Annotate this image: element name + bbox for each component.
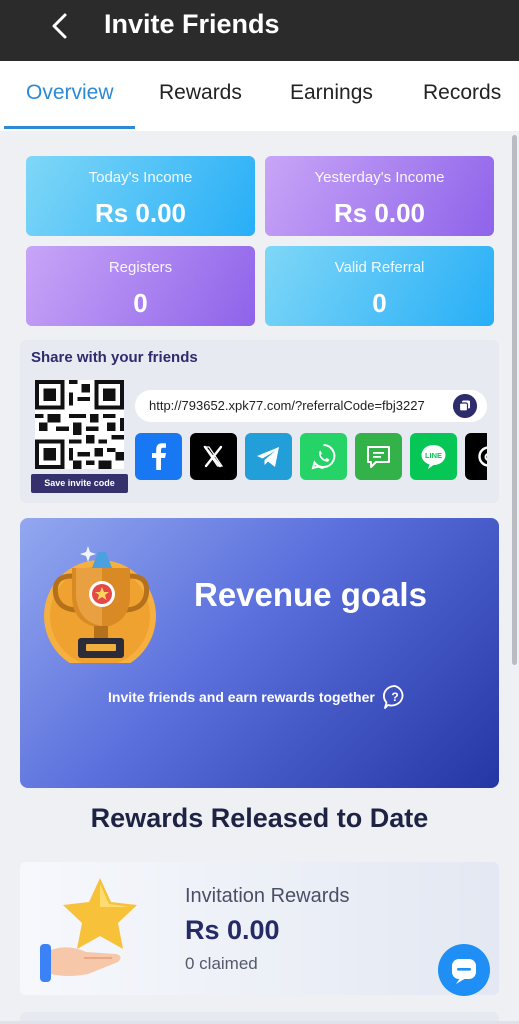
chat-button[interactable] [438,944,490,996]
x-icon [203,445,224,468]
referral-link-field[interactable]: http://793652.xpk77.com/?referralCode=fb… [135,390,487,422]
yesterdays-income-card: Yesterday's Income Rs 0.00 [265,156,494,236]
stat-value: 0 [133,288,148,318]
line-icon: LINE [421,445,446,469]
whatsapp-icon [311,444,336,470]
referral-link-text: http://793652.xpk77.com/?referralCode=fb… [149,398,425,413]
threads-share-button[interactable] [465,433,487,480]
question-icon[interactable]: ? [382,684,408,710]
sms-share-button[interactable] [355,433,402,480]
chat-icon [452,959,476,984]
stat-value: 0 [372,288,387,318]
whatsapp-share-button[interactable] [300,433,347,480]
facebook-icon [152,443,166,470]
threads-icon [478,446,487,467]
tab-overview[interactable]: Overview [26,81,114,105]
invitation-rewards-card: Invitation Rewards Rs 0.00 0 claimed [20,862,499,995]
qr-code-block: Save invite code [31,380,128,493]
scrollbar[interactable] [512,135,517,665]
top-bar: Invite Friends [0,0,519,61]
copy-icon[interactable] [453,394,477,418]
star-hand-icon [40,878,137,982]
save-invite-code-button[interactable]: Save invite code [31,474,128,493]
page-title: Invite Friends [104,9,280,39]
active-tab-indicator [4,126,135,129]
share-panel: Share with your friends Save invite code… [20,340,499,503]
tab-rewards[interactable]: Rewards [159,81,242,105]
invitation-rewards-claimed: 0 claimed [185,954,258,973]
svg-text:?: ? [391,690,398,704]
rewards-released-title: Rewards Released to Date [90,803,429,833]
todays-income-card: Today's Income Rs 0.00 [26,156,255,236]
svg-text:LINE: LINE [425,451,442,460]
stat-label: Today's Income [88,169,193,186]
social-share-row: LINE [135,433,487,481]
tab-bar: Overview Rewards Earnings Records [0,61,519,131]
share-title: Share with your friends [31,349,198,366]
trophy-icon [44,546,156,663]
stat-value: Rs 0.00 [333,198,426,228]
stat-label: Valid Referral [334,259,425,276]
stat-value: Rs 0.00 [94,198,187,228]
stat-label: Yesterday's Income [314,169,445,186]
telegram-share-button[interactable] [245,433,292,480]
stat-label: Registers [108,259,173,276]
invitation-rewards-label: Invitation Rewards [185,885,350,907]
valid-referral-card: Valid Referral 0 [265,246,494,326]
revenue-goals-subtitle: Invite friends and earn rewards together [108,689,375,705]
x-share-button[interactable] [190,433,237,480]
tab-records[interactable]: Records [423,81,501,105]
tab-earnings[interactable]: Earnings [290,81,373,105]
line-share-button[interactable]: LINE [410,433,457,480]
qr-code-icon [35,380,124,469]
invitation-rewards-value: Rs 0.00 [185,915,280,945]
telegram-icon [257,447,279,467]
registers-card: Registers 0 [26,246,255,326]
revenue-goals-title: Revenue goals [194,576,427,613]
facebook-share-button[interactable] [135,433,182,480]
chevron-left-icon[interactable] [44,10,76,42]
revenue-goals-banner[interactable]: Revenue goals Invite friends and earn re… [20,518,499,788]
sms-icon [367,446,390,468]
